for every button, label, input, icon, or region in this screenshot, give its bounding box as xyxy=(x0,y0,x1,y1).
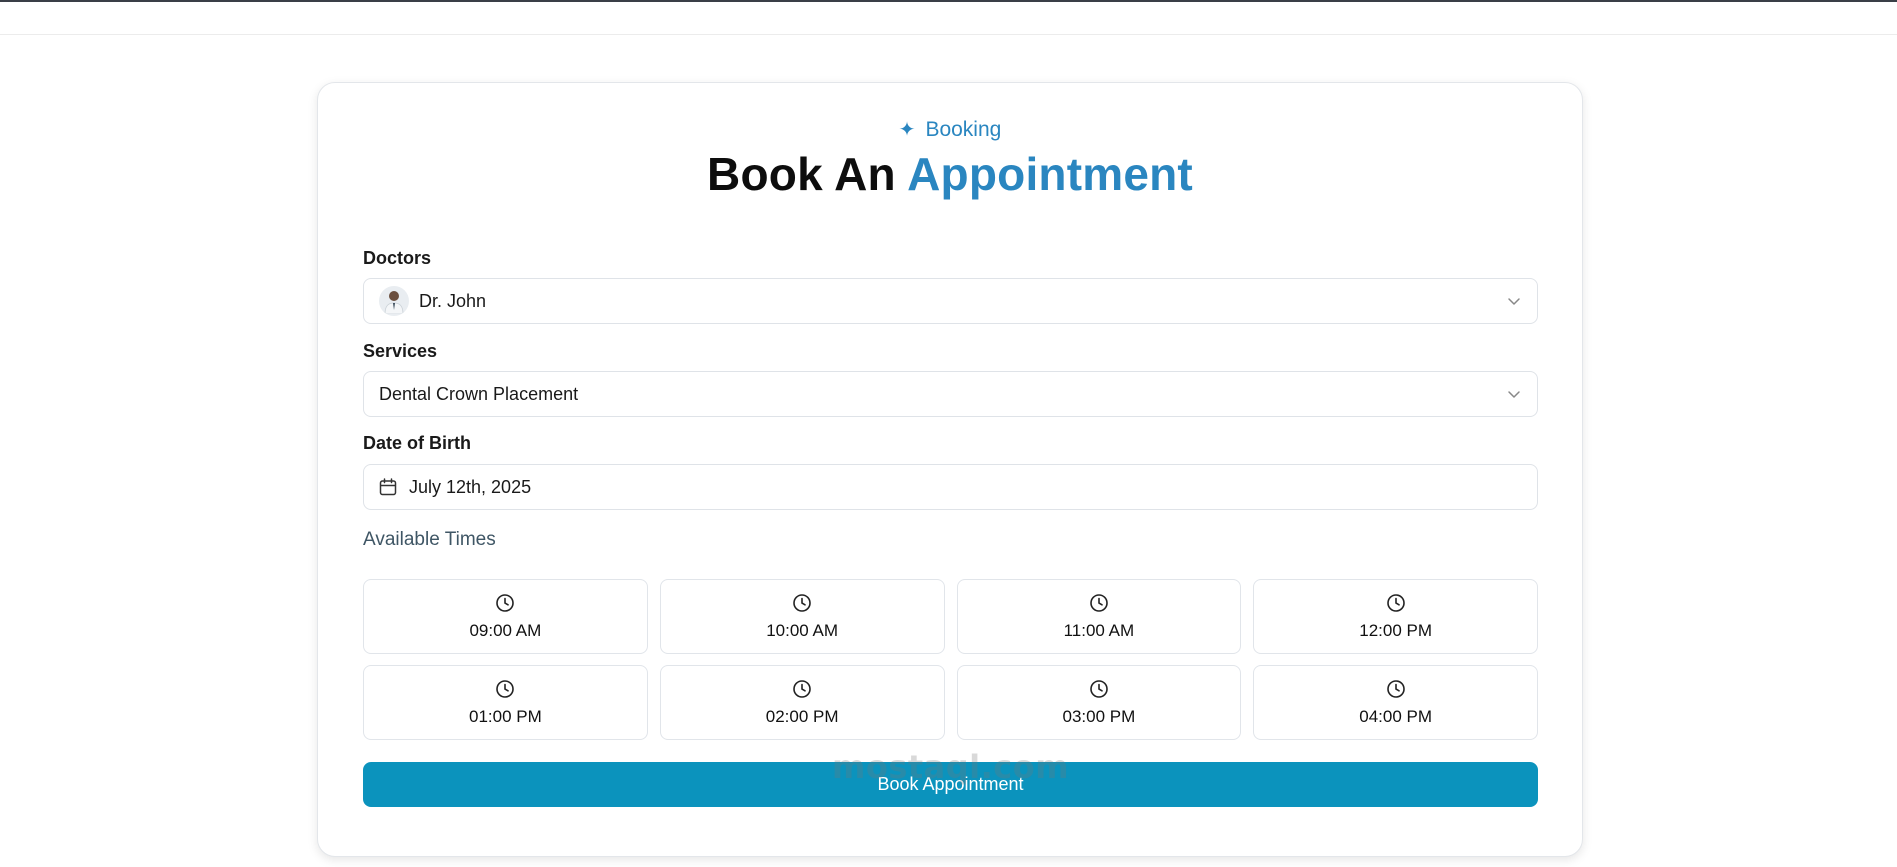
clock-icon xyxy=(496,679,515,698)
time-slot[interactable]: 02:00 PM xyxy=(659,665,945,740)
title-part1: Book An xyxy=(707,148,896,200)
services-label: Services xyxy=(363,341,438,361)
clock-icon xyxy=(1386,593,1405,612)
time-slot-label: 11:00 AM xyxy=(1063,620,1135,640)
time-slot-label: 01:00 PM xyxy=(468,706,542,726)
services-select[interactable]: Dental Crown Placement xyxy=(363,371,1538,417)
time-slot[interactable]: 09:00 AM xyxy=(363,579,648,654)
time-slot-label: 04:00 PM xyxy=(1359,706,1432,726)
chevron-down-icon xyxy=(1506,386,1522,402)
doctors-value: Dr. John xyxy=(419,290,487,311)
clock-icon xyxy=(1090,679,1108,698)
chevron-down-icon xyxy=(1506,293,1522,309)
time-slot-label: 10:00 AM xyxy=(766,620,839,640)
time-slot[interactable]: 03:00 PM xyxy=(956,665,1242,740)
clock-icon xyxy=(496,593,515,612)
clock-icon xyxy=(1090,593,1108,612)
clock-icon xyxy=(793,593,811,612)
doctor-avatar xyxy=(379,286,409,316)
clock-icon xyxy=(793,679,811,698)
time-slot-label: 12:00 PM xyxy=(1359,620,1432,640)
time-slot-label: 02:00 PM xyxy=(765,706,839,726)
dob-date-picker[interactable]: July 12th, 2025 xyxy=(363,464,1538,510)
services-value: Dental Crown Placement xyxy=(379,383,579,404)
doctors-select[interactable]: Dr. John xyxy=(363,278,1538,324)
eyebrow-text: Booking xyxy=(925,118,1002,141)
dob-label: Date of Birth xyxy=(363,433,471,453)
dob-value: July 12th, 2025 xyxy=(409,476,532,497)
time-slot[interactable]: 10:00 AM xyxy=(659,579,945,654)
time-slot[interactable]: 11:00 AM xyxy=(956,579,1242,654)
title-accent: Appointment xyxy=(907,148,1193,200)
top-bar xyxy=(0,2,1897,35)
time-slot-label: 03:00 PM xyxy=(1062,706,1136,726)
page-title: Book An Appointment xyxy=(318,147,1582,201)
available-times-label: Available Times xyxy=(363,529,496,550)
time-slot-label: 09:00 AM xyxy=(469,620,542,640)
sparkle-icon: ✦ xyxy=(898,119,916,141)
booking-card: ✦ Booking Book An Appointment Doctors Dr.… xyxy=(317,82,1583,857)
watermark: mostaql.com xyxy=(832,748,1070,786)
eyebrow: ✦ Booking xyxy=(318,117,1582,142)
clock-icon xyxy=(1386,679,1405,698)
time-slot[interactable]: 04:00 PM xyxy=(1253,665,1538,740)
time-slot[interactable]: 01:00 PM xyxy=(363,665,648,740)
calendar-icon xyxy=(379,477,399,497)
time-slot[interactable]: 12:00 PM xyxy=(1253,579,1538,654)
doctors-label: Doctors xyxy=(363,248,432,268)
time-slot-grid: 09:00 AM 10:00 AM 11:00 AM 12:00 PM 01:0… xyxy=(363,579,1538,740)
